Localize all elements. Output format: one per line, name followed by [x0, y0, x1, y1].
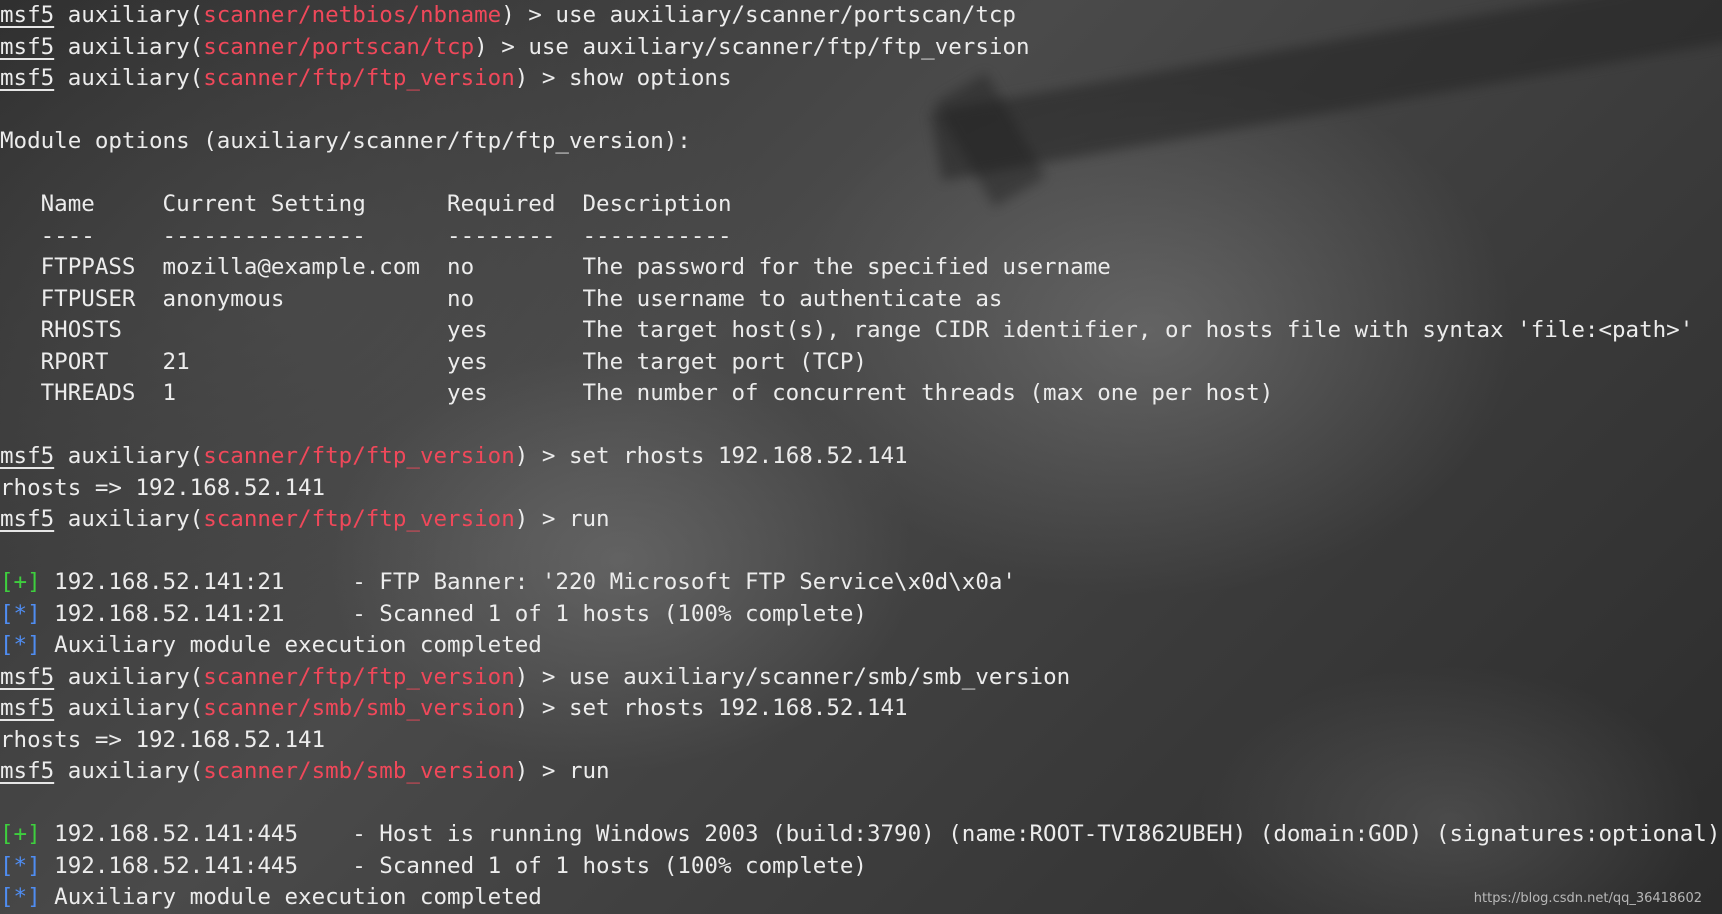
output-text: FTPPASS mozilla@example.com no The passw… — [0, 254, 1111, 280]
prompt-command: ) > set rhosts 192.168.52.141 — [514, 695, 908, 721]
prompt-prefix: msf5 — [0, 758, 55, 784]
output-text: ---- --------------- -------- ----------… — [0, 222, 732, 249]
output-text: Name Current Setting Required Descriptio… — [0, 191, 732, 217]
prompt-command: ) > run — [514, 758, 610, 784]
terminal-status-line: [*] 192.168.52.141:445 - Scanned 1 of 1 … — [0, 851, 1720, 883]
terminal-status-line: [*] 192.168.52.141:21 - Scanned 1 of 1 h… — [0, 599, 1720, 631]
prompt-module: scanner/ftp/ftp_version — [203, 506, 515, 532]
prompt-command: ) > use auxiliary/scanner/ftp/ftp_versio… — [474, 33, 1030, 60]
status-marker: [*] — [0, 884, 41, 910]
status-marker: [+] — [0, 569, 41, 595]
terminal-prompt-line: msf5 auxiliary(scanner/ftp/ftp_version) … — [0, 504, 1720, 536]
terminal-text-line: Module options (auxiliary/scanner/ftp/ft… — [0, 126, 1720, 158]
prompt-module: scanner/smb/smb_version — [203, 695, 515, 721]
terminal-prompt-line: msf5 auxiliary(scanner/ftp/ftp_version) … — [0, 662, 1720, 694]
prompt-prefix: msf5 — [0, 33, 55, 60]
terminal-text-line: ---- --------------- -------- ----------… — [0, 221, 1720, 253]
watermark: https://blog.csdn.net/qq_36418602 — [1473, 891, 1702, 906]
status-text: Auxiliary module execution completed — [40, 884, 542, 910]
prompt-context: auxiliary( — [54, 663, 204, 690]
terminal-text-line: THREADS 1 yes The number of concurrent t… — [0, 378, 1720, 410]
prompt-module: scanner/smb/smb_version — [203, 758, 515, 784]
prompt-prefix: msf5 — [0, 663, 55, 690]
status-text: 192.168.52.141:445 - Scanned 1 of 1 host… — [40, 852, 867, 879]
status-marker: [*] — [0, 632, 41, 658]
prompt-context: auxiliary( — [54, 758, 204, 784]
prompt-module: scanner/netbios/nbname — [203, 2, 502, 28]
prompt-context: auxiliary( — [54, 506, 204, 532]
prompt-command: ) > run — [514, 506, 610, 532]
terminal-output: msf5 auxiliary(scanner/netbios/nbname) >… — [0, 0, 1720, 914]
status-text: Auxiliary module execution completed — [40, 632, 542, 658]
terminal-prompt-line: msf5 auxiliary(scanner/portscan/tcp) > u… — [0, 32, 1720, 64]
prompt-context: auxiliary( — [54, 65, 204, 91]
terminal-status-line: [*] Auxiliary module execution completed — [0, 882, 1720, 914]
prompt-command: ) > use auxiliary/scanner/portscan/tcp — [501, 2, 1016, 28]
prompt-context: auxiliary( — [54, 33, 204, 60]
status-text: 192.168.52.141:21 - Scanned 1 of 1 hosts… — [40, 600, 867, 627]
terminal-status-line: [*] Auxiliary module execution completed — [0, 630, 1720, 662]
prompt-module: scanner/ftp/ftp_version — [203, 443, 515, 469]
status-marker: [*] — [0, 600, 41, 627]
terminal-text-line: FTPUSER anonymous no The username to aut… — [0, 284, 1720, 316]
prompt-context: auxiliary( — [54, 443, 204, 469]
terminal-prompt-line: msf5 auxiliary(scanner/ftp/ftp_version) … — [0, 63, 1720, 95]
terminal-text-line: RHOSTS yes The target host(s), range CID… — [0, 315, 1720, 347]
output-text: Module options (auxiliary/scanner/ftp/ft… — [0, 128, 691, 154]
output-text: RPORT 21 yes The target port (TCP) — [0, 348, 867, 375]
prompt-context: auxiliary( — [54, 695, 204, 721]
prompt-context: auxiliary( — [54, 2, 204, 28]
status-text: 192.168.52.141:445 - Host is running Win… — [40, 821, 1721, 847]
status-text: 192.168.52.141:21 - FTP Banner: '220 Mic… — [40, 569, 1016, 595]
terminal-text-line: rhosts => 192.168.52.141 — [0, 473, 1720, 505]
output-text: THREADS 1 yes The number of concurrent t… — [0, 380, 1274, 406]
terminal-window[interactable]: msf5 auxiliary(scanner/netbios/nbname) >… — [0, 0, 1722, 914]
output-text: FTPUSER anonymous no The username to aut… — [0, 285, 1003, 312]
prompt-module: scanner/ftp/ftp_version — [203, 663, 515, 690]
prompt-module: scanner/ftp/ftp_version — [203, 65, 515, 91]
prompt-module: scanner/portscan/tcp — [203, 33, 475, 60]
prompt-prefix: msf5 — [0, 443, 55, 469]
terminal-text-line: FTPPASS mozilla@example.com no The passw… — [0, 252, 1720, 284]
terminal-text-line: Name Current Setting Required Descriptio… — [0, 189, 1720, 221]
terminal-prompt-line: msf5 auxiliary(scanner/ftp/ftp_version) … — [0, 441, 1720, 473]
terminal-prompt-line: msf5 auxiliary(scanner/smb/smb_version) … — [0, 693, 1720, 725]
terminal-prompt-line: msf5 auxiliary(scanner/netbios/nbname) >… — [0, 0, 1720, 32]
terminal-status-line: [+] 192.168.52.141:21 - FTP Banner: '220… — [0, 567, 1720, 599]
prompt-command: ) > show options — [514, 65, 732, 91]
prompt-command: ) > set rhosts 192.168.52.141 — [514, 443, 908, 469]
terminal-status-line: [+] 192.168.52.141:445 - Host is running… — [0, 819, 1720, 851]
terminal-prompt-line: msf5 auxiliary(scanner/smb/smb_version) … — [0, 756, 1720, 788]
output-text: rhosts => 192.168.52.141 — [0, 726, 326, 753]
prompt-command: ) > use auxiliary/scanner/smb/smb_versio… — [514, 663, 1071, 690]
prompt-prefix: msf5 — [0, 65, 55, 91]
prompt-prefix: msf5 — [0, 2, 55, 28]
output-text: RHOSTS yes The target host(s), range CID… — [0, 317, 1694, 343]
status-marker: [+] — [0, 821, 41, 847]
prompt-prefix: msf5 — [0, 695, 55, 721]
prompt-prefix: msf5 — [0, 506, 55, 532]
terminal-text-line: RPORT 21 yes The target port (TCP) — [0, 347, 1720, 379]
output-text: rhosts => 192.168.52.141 — [0, 474, 326, 501]
status-marker: [*] — [0, 852, 41, 879]
terminal-text-line: rhosts => 192.168.52.141 — [0, 725, 1720, 757]
